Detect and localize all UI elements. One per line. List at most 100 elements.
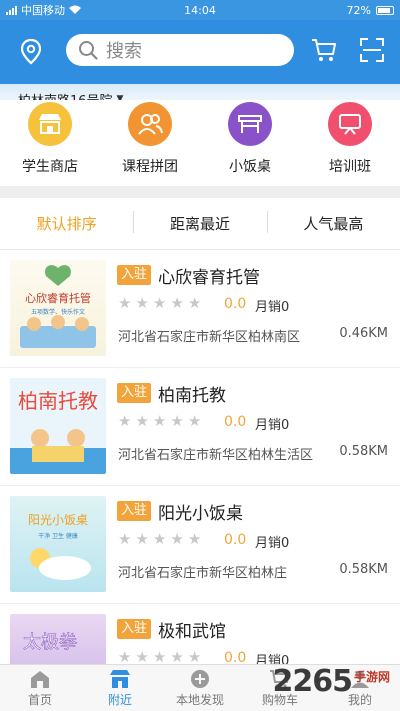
- star-icon: ★: [152, 294, 167, 312]
- thumb-subtext: 五项数学、快乐作文: [31, 308, 85, 316]
- search-placeholder: 搜索: [106, 41, 142, 62]
- store-thumbnail: 柏南托教: [10, 378, 106, 474]
- star-icon: ★: [170, 294, 184, 312]
- signal-icon: [6, 5, 17, 15]
- store-name: 柏南托教: [158, 386, 226, 406]
- thumb-text: 阳光小饭桌: [28, 513, 88, 527]
- star-icon: ★: [187, 648, 202, 665]
- star-icon: ★: [152, 530, 167, 548]
- list-item[interactable]: 太极拳 入驻 极和武馆 ★ ★ ★ ★ ★ 0.0 月销0: [0, 604, 400, 664]
- category-label: 课程拼团: [122, 159, 178, 175]
- star-icon: ★: [152, 648, 167, 665]
- store-thumbnail: 心欣睿育托管 五项数学、快乐作文: [10, 260, 106, 356]
- user-icon: [351, 670, 369, 688]
- group-icon: [128, 102, 172, 146]
- nav-label: 本地发现: [175, 693, 224, 707]
- star-icon: ★: [187, 412, 202, 430]
- battery-percent: 72%: [346, 3, 371, 17]
- scan-button[interactable]: [358, 36, 386, 64]
- thumb-text: 心欣睿育托管: [25, 291, 91, 305]
- nav-label: 首页: [27, 693, 52, 707]
- star-icon: ★: [118, 530, 132, 548]
- section-divider: [0, 186, 400, 198]
- monthly-sales: 月销0: [255, 536, 290, 551]
- settled-badge: 入驻: [117, 383, 152, 403]
- category-label: 学生商店: [22, 159, 78, 175]
- store-distance: 0.46KM: [339, 326, 388, 341]
- store-thumbnail: 阳光小饭桌 干净 卫生 健康: [10, 496, 106, 592]
- rating-stars: ★ ★ ★ ★ ★: [118, 648, 202, 665]
- rating-stars: ★ ★ ★ ★ ★: [118, 532, 201, 547]
- store-name: 心欣睿育托管: [158, 268, 260, 288]
- settled-badge: 入驻: [117, 265, 152, 285]
- store-address: 河北省石家庄市新华区柏林庄: [118, 566, 288, 581]
- nav-cart[interactable]: 购物车: [240, 665, 320, 711]
- rating-stars: ★ ★ ★ ★ ★: [118, 296, 201, 311]
- star-icon: ★: [135, 294, 149, 312]
- sort-tabs: 默认排序 距离最近 人气最高: [0, 198, 400, 250]
- location-button[interactable]: [10, 31, 52, 73]
- nav-label: 购物车: [261, 693, 298, 707]
- rating-score: 0.0: [224, 414, 247, 430]
- list-item[interactable]: 柏南托教 入驻 柏南托教 ★ ★ ★ ★ ★ 0.0 月销0 河北省石家庄市新华区柏林生…: [0, 368, 400, 486]
- category-row: 学生商店 课程拼团 小饭桌 培训班: [0, 100, 400, 186]
- table-icon: [228, 102, 272, 146]
- sort-default[interactable]: 默认排序: [0, 213, 133, 234]
- nav-mine[interactable]: 我的: [320, 665, 400, 711]
- category-lunch-table[interactable]: 小饭桌: [200, 100, 300, 186]
- nav-label: 我的: [347, 693, 372, 707]
- thumb-text: 太极拳: [23, 632, 77, 653]
- search-bar[interactable]: 搜索: [66, 34, 294, 66]
- rating-score: 0.0: [224, 296, 247, 312]
- star-icon: ★: [135, 412, 149, 430]
- store-thumbnail: 太极拳: [10, 614, 106, 664]
- star-icon: ★: [135, 530, 149, 548]
- star-icon: ★: [170, 530, 184, 548]
- wifi-icon: [69, 4, 81, 17]
- rating-score: 0.0: [224, 650, 247, 664]
- top-header: 搜索: [0, 20, 400, 84]
- star-icon: ★: [118, 294, 132, 312]
- star-icon: ★: [118, 412, 132, 430]
- star-icon: ★: [170, 412, 184, 430]
- category-student-store[interactable]: 学生商店: [0, 100, 100, 186]
- bottom-nav: 首页 附近 本地发现 购物车 我的: [0, 664, 400, 711]
- shopping-cart-icon: [312, 39, 336, 61]
- nav-label: 附近: [107, 693, 132, 707]
- monthly-sales: 月销0: [255, 654, 290, 664]
- category-label: 小饭桌: [229, 159, 271, 175]
- category-group-course[interactable]: 课程拼团: [100, 100, 200, 186]
- status-bar: 中国移动 14:04 72%: [0, 0, 400, 20]
- plus-circle-icon: [191, 670, 209, 688]
- nav-discover[interactable]: 本地发现: [160, 665, 240, 711]
- monthly-sales: 月销0: [255, 418, 290, 433]
- sort-nearest[interactable]: 距离最近: [133, 211, 266, 234]
- shop-icon: [110, 670, 130, 688]
- scan-icon: [360, 38, 384, 62]
- star-icon: ★: [118, 648, 132, 665]
- battery-icon: [376, 5, 394, 15]
- location-pin-icon: [20, 39, 42, 65]
- list-item[interactable]: 阳光小饭桌 干净 卫生 健康 入驻 阳光小饭桌 ★ ★ ★ ★ ★ 0.0 月销0 河北…: [0, 486, 400, 604]
- sort-popular[interactable]: 人气最高: [266, 211, 400, 234]
- star-icon: ★: [187, 294, 202, 312]
- rating-score: 0.0: [224, 532, 247, 548]
- settled-badge: 入驻: [117, 619, 152, 639]
- nav-home[interactable]: 首页: [0, 665, 80, 711]
- store-list: 心欣睿育托管 五项数学、快乐作文 入驻 心欣睿育托管 ★ ★ ★ ★ ★ 0.0 月销0…: [0, 250, 400, 664]
- home-icon: [31, 671, 49, 688]
- category-label: 培训班: [329, 159, 371, 175]
- store-name: 极和武馆: [158, 622, 226, 642]
- board-icon: [328, 102, 372, 146]
- store-distance: 0.58KM: [339, 562, 388, 577]
- list-item[interactable]: 心欣睿育托管 五项数学、快乐作文 入驻 心欣睿育托管 ★ ★ ★ ★ ★ 0.0 月销0…: [0, 250, 400, 368]
- star-icon: ★: [187, 530, 202, 548]
- store-address: 河北省石家庄市新华区柏林南区: [118, 330, 301, 345]
- rating-stars: ★ ★ ★ ★ ★: [118, 414, 201, 429]
- carrier-name: 中国移动: [21, 4, 65, 17]
- category-training-class[interactable]: 培训班: [300, 100, 400, 186]
- settled-badge: 入驻: [117, 501, 152, 521]
- nav-nearby[interactable]: 附近: [80, 665, 160, 711]
- cart-button[interactable]: [310, 36, 338, 64]
- cart-icon: [270, 670, 291, 688]
